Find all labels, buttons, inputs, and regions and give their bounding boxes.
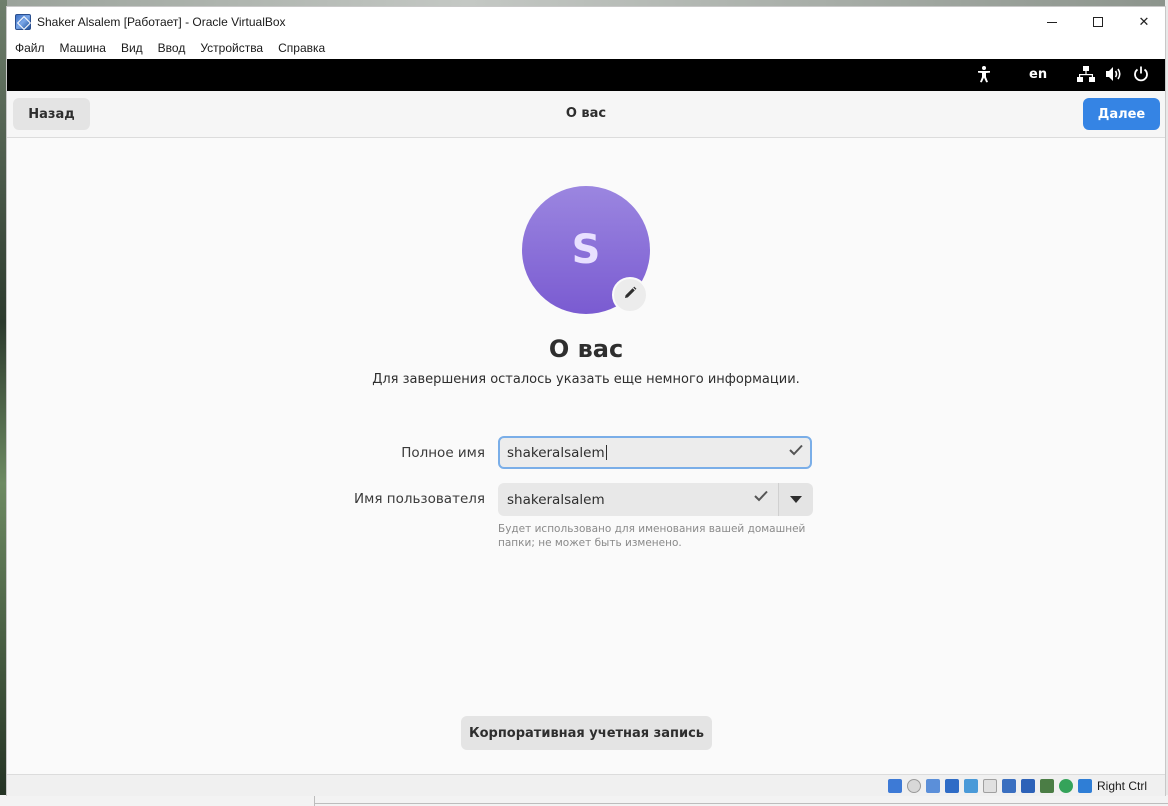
keyboard-capture-icon[interactable]: [1078, 779, 1092, 793]
page-subtitle: Для завершения осталось указать еще немн…: [372, 372, 800, 387]
maximize-button[interactable]: [1075, 7, 1121, 37]
minimize-button[interactable]: [1029, 7, 1075, 37]
menu-devices[interactable]: Устройства: [200, 41, 263, 55]
pencil-icon: [623, 286, 637, 304]
divider: [315, 803, 1168, 804]
optical-drive-icon[interactable]: [907, 779, 921, 793]
username-label: Имя пользователя: [354, 491, 485, 507]
mouse-integration-icon[interactable]: [1059, 779, 1073, 793]
checkmark-icon: [789, 444, 803, 460]
guest-screen: en Назад О вас Далее S О вас Для заверше…: [7, 59, 1165, 774]
avatar-initial: S: [571, 227, 601, 273]
audio-icon[interactable]: [926, 779, 940, 793]
close-icon: ✕: [1138, 14, 1150, 30]
header-title: О вас: [565, 106, 607, 121]
full-name-value: shakeralsalem: [507, 444, 605, 461]
gnome-top-bar: en: [7, 59, 1165, 91]
virtualbox-app-icon: [15, 14, 31, 30]
divider: [314, 795, 315, 806]
chevron-down-icon: [790, 496, 802, 503]
close-button[interactable]: ✕: [1121, 7, 1167, 37]
next-button[interactable]: Далее: [1083, 98, 1160, 130]
menu-view[interactable]: Вид: [121, 41, 143, 55]
virtualbox-window: Shaker Alsalem [Работает] - Oracle Virtu…: [6, 6, 1166, 796]
username-value: shakeralsalem: [507, 491, 605, 508]
vm-status-bar: Right Ctrl: [7, 774, 1165, 796]
virtualization-icon[interactable]: [1040, 779, 1054, 793]
shared-folders-icon[interactable]: [983, 779, 997, 793]
host-key-label: Right Ctrl: [1097, 779, 1148, 793]
network-adapter-icon[interactable]: [945, 779, 959, 793]
power-icon[interactable]: [1133, 66, 1149, 86]
display-icon[interactable]: [1002, 779, 1016, 793]
username-hint: Будет использовано для именования вашей …: [498, 523, 806, 549]
network-icon[interactable]: [1077, 66, 1095, 87]
hard-disk-icon[interactable]: [888, 779, 902, 793]
window-title: Shaker Alsalem [Работает] - Oracle Virtu…: [37, 15, 286, 29]
minimize-icon: [1047, 21, 1057, 23]
menu-bar: Файл Машина Вид Ввод Устройства Справка: [7, 37, 1165, 59]
language-indicator[interactable]: en: [1029, 67, 1047, 82]
menu-input[interactable]: Ввод: [158, 41, 186, 55]
maximize-icon: [1093, 17, 1103, 27]
volume-icon[interactable]: [1105, 66, 1123, 86]
enterprise-account-button[interactable]: Корпоративная учетная запись: [461, 716, 712, 750]
full-name-field[interactable]: shakeralsalem: [498, 436, 812, 469]
text-cursor: [605, 445, 607, 460]
username-field[interactable]: shakeralsalem: [498, 483, 778, 516]
title-bar[interactable]: Shaker Alsalem [Работает] - Oracle Virtu…: [7, 7, 1165, 37]
menu-help[interactable]: Справка: [278, 41, 325, 55]
checkmark-icon: [754, 490, 768, 506]
full-name-label: Полное имя: [401, 445, 485, 461]
username-dropdown-button[interactable]: [778, 483, 813, 516]
menu-machine[interactable]: Машина: [60, 41, 106, 55]
avatar-edit-button[interactable]: [612, 277, 648, 313]
page-title: О вас: [548, 335, 624, 363]
recording-icon[interactable]: [1021, 779, 1035, 793]
setup-header: Назад О вас Далее: [7, 91, 1165, 138]
accessibility-icon[interactable]: [976, 65, 992, 87]
usb-icon[interactable]: [964, 779, 978, 793]
menu-file[interactable]: Файл: [15, 41, 45, 55]
background-window-edge: [0, 795, 1168, 806]
